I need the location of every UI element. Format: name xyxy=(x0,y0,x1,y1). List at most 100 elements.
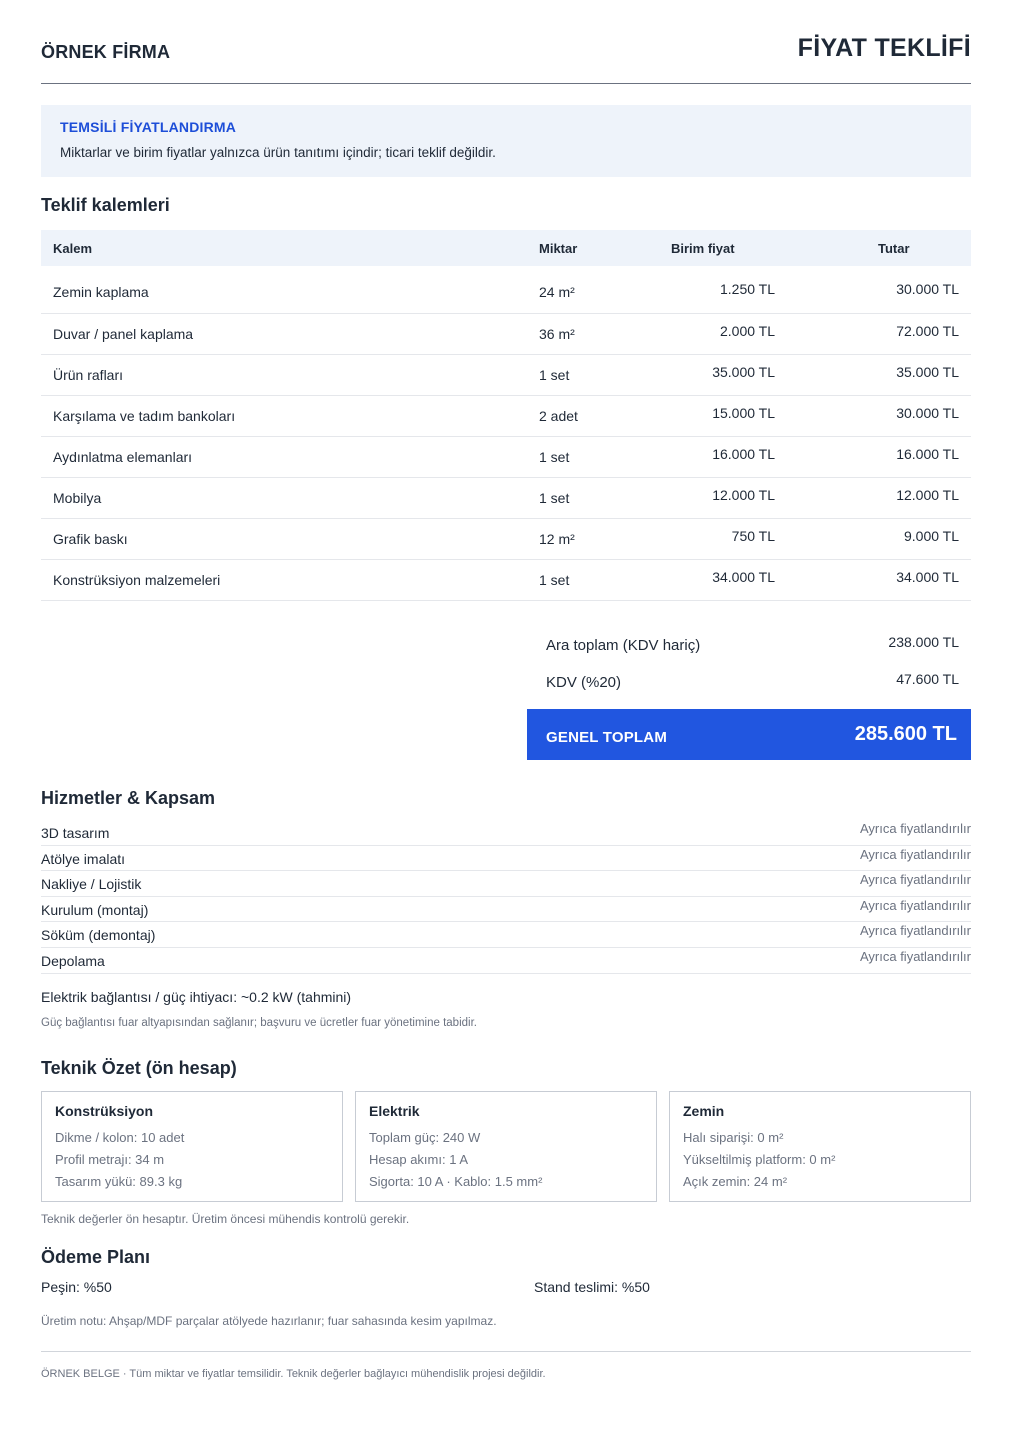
table-row: Aydınlatma elemanları 1 set 16.000 TL 16… xyxy=(41,433,971,478)
power-note: Güç bağlantısı fuar altyapısından sağlan… xyxy=(41,1017,477,1029)
item-name: Grafik baskı xyxy=(41,518,527,560)
grand-total-label: GENEL TOPLAM xyxy=(546,729,668,746)
subtotal-value: 238.000 TL xyxy=(888,634,959,650)
company-name: ÖRNEK FİRMA xyxy=(41,42,171,62)
item-unit-price: 34.000 TL xyxy=(659,556,787,598)
table-row: Duvar / panel kaplama 36 m² 2.000 TL 72.… xyxy=(41,310,971,355)
column-header-unit-price: Birim fiyat xyxy=(659,230,787,266)
item-quantity: 1 set xyxy=(527,354,659,396)
service-name: Depolama xyxy=(41,952,105,969)
technical-section-title: Teknik Özet (ön hesap) xyxy=(41,1058,237,1078)
vat-row: KDV (%20) 47.600 TL xyxy=(527,663,971,700)
table-header-row: Kalem Miktar Birim fiyat Tutar xyxy=(41,230,971,266)
service-name: 3D tasarım xyxy=(41,825,110,841)
card-line: Tasarım yükü: 89.3 kg xyxy=(55,1174,183,1189)
item-name: Karşılama ve tadım bankoları xyxy=(41,395,527,437)
item-total: 30.000 TL xyxy=(787,392,971,434)
item-total: 72.000 TL xyxy=(787,310,971,352)
item-quantity: 2 adet xyxy=(527,395,659,437)
service-price-note: Ayrıca fiyatlandırılır xyxy=(859,821,971,836)
items-section-title: Teklif kalemleri xyxy=(41,195,170,215)
vat-label: KDV (%20) xyxy=(546,674,622,691)
electrical-card: Elektrik Toplam güç: 240 W Hesap akımı: … xyxy=(355,1091,657,1202)
column-header-item: Kalem xyxy=(41,230,527,266)
service-price-note: Ayrıca fiyatlandırılır xyxy=(859,872,971,888)
quote-items-table: Kalem Miktar Birim fiyat Tutar Zemin kap… xyxy=(41,230,971,601)
item-total: 30.000 TL xyxy=(787,263,971,311)
card-title: Elektrik xyxy=(369,1103,420,1119)
service-price-note: Ayrıca fiyatlandırılır xyxy=(859,897,971,913)
service-price-note: Ayrıca fiyatlandırılır xyxy=(859,846,971,862)
services-section-title: Hizmetler & Kapsam xyxy=(41,788,216,808)
item-unit-price: 35.000 TL xyxy=(659,351,787,393)
service-name: Nakliye / Lojistik xyxy=(41,876,142,893)
table-row: Zemin kaplama 24 m² 1.250 TL 30.000 TL xyxy=(41,263,971,314)
grand-total-value: 285.600 TL xyxy=(854,723,957,745)
totals-block: Ara toplam (KDV hariç) 238.000 TL KDV (%… xyxy=(527,626,971,700)
list-item: Söküm (demontaj) Ayrıca fiyatlandırılır xyxy=(41,922,971,948)
list-item: Atölye imalatı Ayrıca fiyatlandırılır xyxy=(41,846,971,872)
item-total: 16.000 TL xyxy=(787,433,971,475)
card-line: Hesap akımı: 1 A xyxy=(369,1152,468,1167)
card-line: Açık zemin: 24 m² xyxy=(683,1174,788,1189)
item-quantity: 24 m² xyxy=(527,266,659,314)
service-name: Kurulum (montaj) xyxy=(41,901,149,918)
item-quantity: 12 m² xyxy=(527,518,659,560)
service-name: Atölye imalatı xyxy=(41,850,126,867)
item-unit-price: 15.000 TL xyxy=(659,392,787,434)
item-unit-price: 16.000 TL xyxy=(659,433,787,475)
card-line: Toplam güç: 240 W xyxy=(369,1130,481,1145)
item-name: Mobilya xyxy=(41,477,527,519)
table-row: Grafik baskı 12 m² 750 TL 9.000 TL xyxy=(41,515,971,560)
table-row: Mobilya 1 set 12.000 TL 12.000 TL xyxy=(41,474,971,519)
card-line: Dikme / kolon: 10 adet xyxy=(55,1130,185,1145)
subtotal-label: Ara toplam (KDV hariç) xyxy=(546,637,701,654)
production-note: Üretim notu: Ahşap/MDF parçalar atölyede… xyxy=(41,1314,497,1328)
service-price-note: Ayrıca fiyatlandırılır xyxy=(859,923,971,939)
item-name: Ürün rafları xyxy=(41,354,527,396)
service-price-note: Ayrıca fiyatlandırılır xyxy=(859,948,971,964)
item-unit-price: 12.000 TL xyxy=(659,474,787,516)
item-quantity: 1 set xyxy=(527,477,659,519)
list-item: Kurulum (montaj) Ayrıca fiyatlandırılır xyxy=(41,897,971,923)
vat-value: 47.600 TL xyxy=(896,671,959,687)
item-unit-price: 1.250 TL xyxy=(659,263,787,311)
list-item: Depolama Ayrıca fiyatlandırılır xyxy=(41,948,971,974)
technical-note: Teknik değerler ön hesaptır. Üretim önce… xyxy=(41,1212,410,1226)
item-total: 35.000 TL xyxy=(787,351,971,393)
list-item: 3D tasarım Ayrıca fiyatlandırılır xyxy=(41,820,971,846)
item-total: 34.000 TL xyxy=(787,556,971,598)
notice-title: TEMSİLİ FİYATLANDIRMA xyxy=(60,119,237,135)
item-total: 9.000 TL xyxy=(787,515,971,557)
footer-divider xyxy=(41,1351,971,1352)
footer-disclaimer: ÖRNEK BELGE · Tüm miktar ve fiyatlar tem… xyxy=(41,1368,546,1380)
payment-delivery: Stand teslimi: %50 xyxy=(534,1279,650,1295)
construction-card: Konstrüksiyon Dikme / kolon: 10 adet Pro… xyxy=(41,1091,343,1202)
technical-cards: Konstrüksiyon Dikme / kolon: 10 adet Pro… xyxy=(41,1091,971,1202)
notice-text: Miktarlar ve birim fiyatlar yalnızca ürü… xyxy=(60,145,496,160)
table-row: Konstrüksiyon malzemeleri 1 set 34.000 T… xyxy=(41,556,971,601)
item-name: Duvar / panel kaplama xyxy=(41,313,527,355)
item-unit-price: 750 TL xyxy=(659,515,787,557)
payment-section-title: Ödeme Planı xyxy=(41,1247,151,1267)
item-quantity: 36 m² xyxy=(527,313,659,355)
grand-total-bar: GENEL TOPLAM 285.600 TL xyxy=(527,709,971,760)
item-name: Konstrüksiyon malzemeleri xyxy=(41,559,527,601)
item-name: Aydınlatma elemanları xyxy=(41,436,527,478)
item-name: Zemin kaplama xyxy=(41,266,527,314)
card-line: Profil metrajı: 34 m xyxy=(55,1152,165,1167)
services-list: 3D tasarım Ayrıca fiyatlandırılır Atölye… xyxy=(41,820,971,974)
column-header-quantity: Miktar xyxy=(527,230,659,266)
card-title: Konstrüksiyon xyxy=(55,1103,154,1119)
quote-document: ÖRNEK FİRMA FİYAT TEKLİFİ TEMSİLİ FİYATL… xyxy=(41,0,971,1380)
floor-card: Zemin Halı siparişi: 0 m² Yükseltilmiş p… xyxy=(669,1091,971,1202)
card-line: Halı siparişi: 0 m² xyxy=(683,1130,784,1145)
subtotal-row: Ara toplam (KDV hariç) 238.000 TL xyxy=(527,626,971,663)
service-name: Söküm (demontaj) xyxy=(41,927,156,944)
card-line: Yükseltilmiş platform: 0 m² xyxy=(683,1152,836,1167)
column-header-total: Tutar xyxy=(787,230,971,266)
document-header: ÖRNEK FİRMA FİYAT TEKLİFİ xyxy=(41,0,971,84)
card-title: Zemin xyxy=(683,1103,725,1119)
card-line: Sigorta: 10 A · Kablo: 1.5 mm² xyxy=(369,1174,543,1189)
list-item: Nakliye / Lojistik Ayrıca fiyatlandırılı… xyxy=(41,871,971,897)
